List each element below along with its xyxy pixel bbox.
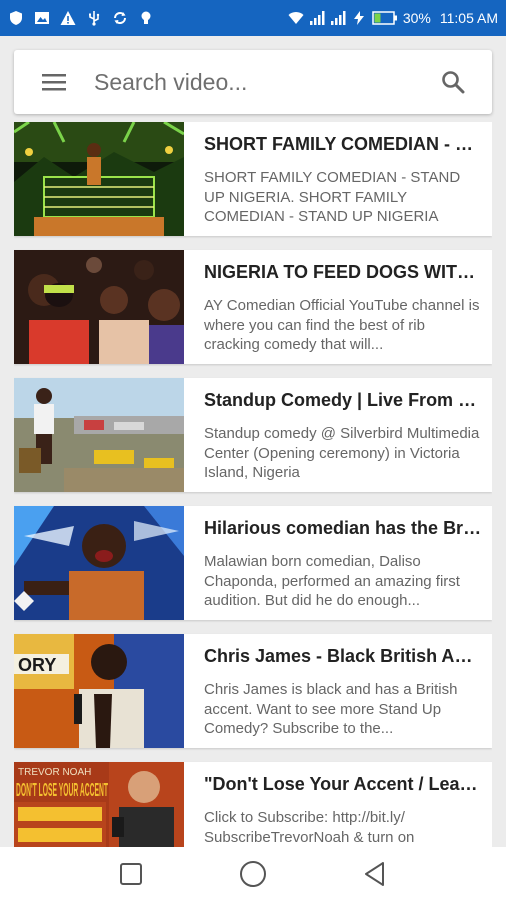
status-bar: 30% 11:05 AM [0,0,506,36]
video-thumbnail [14,122,184,236]
menu-button[interactable] [14,50,94,114]
search-bar [14,50,492,114]
bulb-icon [141,11,151,24]
back-button[interactable] [355,854,395,894]
search-input[interactable] [94,62,414,102]
shield-icon [10,11,22,25]
recent-apps-button[interactable] [111,854,151,894]
system-status: 30% 11:05 AM [288,10,498,26]
video-description: Standup comedy @ Silverbird Multimedia C… [204,425,480,481]
thumbnail-text: TREVOR NOAH [18,767,91,778]
image-icon [35,12,49,24]
video-title: "Don't Lose Your Accent / Learn... [204,774,482,794]
video-description: AY Comedian Official YouTube channel is … [204,297,480,353]
wifi-icon [288,12,304,24]
thumbnail-text: DON'T LOSE YOUR ACCENT [16,780,108,800]
video-thumbnail [14,378,184,492]
clock: 11:05 AM [439,10,498,26]
video-description: SHORT FAMILY COMEDIAN - STAND UP NIGERIA… [204,169,461,225]
battery-icon [372,11,397,25]
video-card[interactable]: ORY Chris James - Black British Accent C… [14,634,492,748]
video-card[interactable]: Hilarious comedian has the Britain's Got… [14,506,492,620]
video-list: SHORT FAMILY COMEDIAN - STAND UP NIGERIA… [14,122,492,847]
video-thumbnail [14,250,184,364]
sync-icon [114,12,126,24]
thumbnail-text: ORY [18,655,56,675]
video-card[interactable]: TREVOR NOAH DON'T LOSE YOUR ACCENT "Don'… [14,762,492,847]
video-description: Chris James is black and has a British a… [204,681,458,737]
usb-icon [89,11,100,26]
video-info: NIGERIA TO FEED DOGS WITH... AY Comedian… [184,250,492,364]
hamburger-menu-icon [42,74,66,91]
video-thumbnail [14,506,184,620]
video-title: SHORT FAMILY COMEDIAN - STAND UP NIGERIA [204,134,482,154]
video-info: Chris James - Black British Accent Chris… [184,634,492,748]
video-title: Chris James - Black British Accent [204,646,482,666]
video-description: Click to Subscribe: http://bit.ly/ Subsc… [204,809,415,846]
system-navigation-bar [0,847,506,900]
signal-icon [330,11,346,25]
battery-percent: 30% [402,10,431,26]
search-button[interactable] [414,50,492,114]
charging-icon [353,11,364,25]
home-button[interactable] [233,854,273,894]
triangle-back-icon [365,861,384,886]
video-info: Standup Comedy | Live From Silverbird St… [184,378,492,492]
video-card[interactable]: Standup Comedy | Live From Silverbird St… [14,378,492,492]
video-card[interactable]: NIGERIA TO FEED DOGS WITH... AY Comedian… [14,250,492,364]
signal-icon [309,11,325,25]
video-description: Malawian born comedian, Daliso Chaponda,… [204,553,460,609]
warning-icon [60,11,76,25]
video-info: Hilarious comedian has the Britain's Got… [184,506,492,620]
video-title: Hilarious comedian has the Britain's Got… [204,518,482,538]
circle-home-icon [240,860,266,887]
video-info: "Don't Lose Your Accent / Learn... Click… [184,762,492,847]
square-recent-apps-icon [120,862,142,885]
video-thumbnail: ORY [14,634,184,748]
notification-icons [8,10,154,26]
search-icon [442,71,465,94]
video-info: SHORT FAMILY COMEDIAN - STAND UP NIGERIA… [184,122,492,236]
video-title: Standup Comedy | Live From Silverbird [204,390,482,410]
video-title: NIGERIA TO FEED DOGS WITH... [204,262,482,282]
video-thumbnail: TREVOR NOAH DON'T LOSE YOUR ACCENT [14,762,184,847]
video-card[interactable]: SHORT FAMILY COMEDIAN - STAND UP NIGERIA… [14,122,492,236]
